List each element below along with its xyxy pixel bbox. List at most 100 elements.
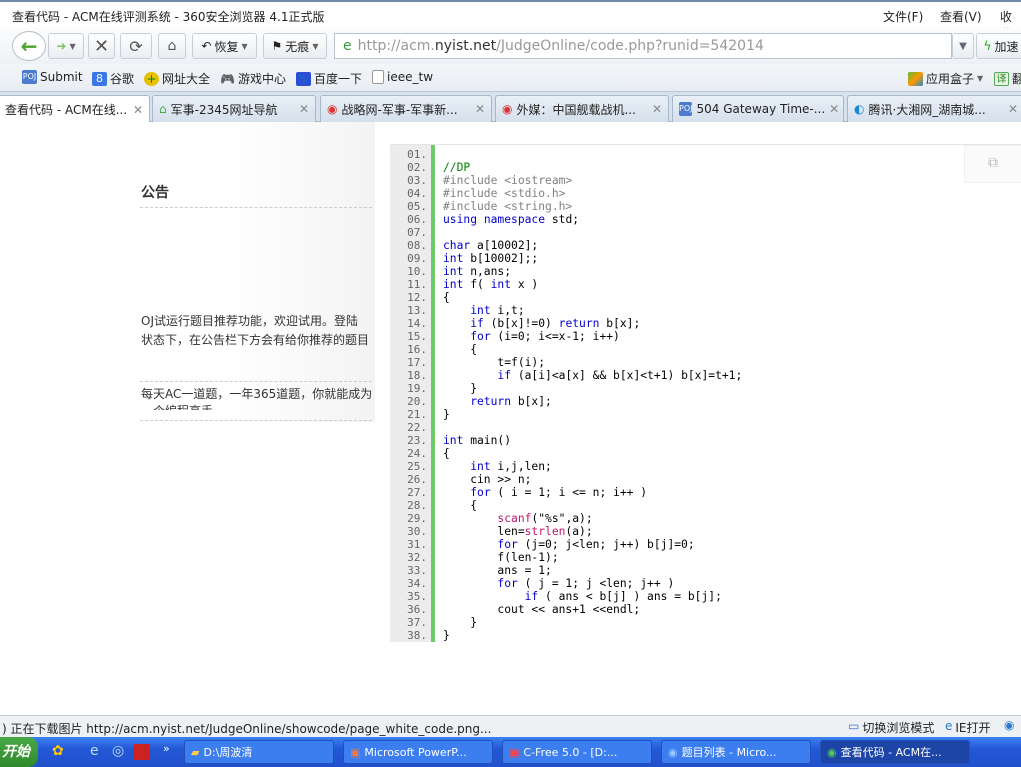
code-line[interactable]: #include <stdio.h> [443,187,565,200]
tencent-icon: ◐ [854,102,865,116]
notice-line[interactable]: OJ试运行题目推荐功能，欢迎试用。登陆 [141,312,358,329]
translate-button[interactable]: 译翻 [994,70,1021,87]
tab-tencent[interactable]: ◐ 腾讯·大湘网_湖南城... ✕ [847,95,1021,122]
refresh-button[interactable]: ⟳ [120,33,152,59]
close-tab-icon[interactable]: ✕ [652,102,662,116]
code-line[interactable]: using namespace std; [443,213,579,226]
bookmark-submit[interactable]: POJ Submit [22,70,83,84]
stop-button[interactable]: ✕ [88,33,115,59]
bookmark-url-directory[interactable]: + 网址大全 [144,70,210,87]
code-line[interactable]: f(len-1); [443,551,558,564]
back-button[interactable]: ← [12,31,46,61]
close-tab-icon[interactable]: ✕ [475,102,485,116]
code-line[interactable]: cin >> n; [443,473,531,486]
address-dropdown-button[interactable]: ▼ [952,33,974,59]
incognito-button[interactable]: ⚑ 无痕 ▼ [263,33,327,59]
code-line[interactable]: t=f(i); [443,356,545,369]
powerpoint-icon: ▣ [350,745,361,759]
bookmark-baidu[interactable]: 🐾 百度一下 [296,70,362,87]
code-line[interactable]: { [443,499,477,512]
code-line[interactable]: { [443,447,450,460]
code-line[interactable]: } [443,382,477,395]
app-icon[interactable] [134,744,150,760]
close-tab-icon[interactable]: ✕ [1008,102,1018,116]
code-line[interactable]: scanf("%s",a); [443,512,592,525]
code-line[interactable]: cout << ans+1 <<endl; [443,603,640,616]
code-line[interactable]: { [443,343,477,356]
arrow-right-icon: ➜ [56,39,67,53]
code-line[interactable]: int n,ans; [443,265,511,278]
line-number: 14. [407,317,427,330]
close-tab-icon[interactable]: ✕ [133,103,143,117]
line-number: 01. [407,148,427,161]
code-line[interactable]: } [443,408,450,421]
cfree-icon: ▣ [509,745,520,759]
shield-icon[interactable]: ◉ [1004,718,1014,732]
task-problem-list[interactable]: ◉ 题目列表 - Micro... [661,740,811,764]
close-tab-icon[interactable]: ✕ [299,102,309,116]
task-folder[interactable]: ▰ D:\周波清 [184,740,334,764]
code-line[interactable]: len=strlen(a); [443,525,592,538]
tab-foreign-media[interactable]: ◉ 外媒：中国舰载战机... ✕ [495,95,669,122]
quicklaunch-icon[interactable]: ✿ [52,743,64,759]
bookmark-google[interactable]: 8 谷歌 [92,70,134,87]
code-line[interactable]: if (a[i]<a[x] && b[x]<t+1) b[x]=t+1; [443,369,742,382]
expand-icon[interactable]: » [163,742,170,755]
code-line[interactable]: } [443,629,450,642]
poj-icon: POJ [679,102,693,116]
code-viewer[interactable]: 01. 02. //DP 03. #include <iostream> 04. #incl… [390,144,1021,642]
notice-line[interactable]: 每天AC一道题，一年365道题，你就能成为 [141,385,372,402]
browser-icon[interactable]: ◎ [112,743,124,759]
home-button[interactable]: ⌂ [158,33,186,59]
code-line[interactable]: int f( int x ) [443,278,538,291]
code-line[interactable]: for ( j = 1; j <len; j++ ) [443,577,674,590]
code-line[interactable]: if ( ans < b[j] ) ans = b[j]; [443,590,722,603]
code-line[interactable]: for (i=0; i<=x-1; i++) [443,330,620,343]
code-line[interactable]: #include <iostream> [443,174,572,187]
code-line[interactable]: return b[x]; [443,395,552,408]
bookmark-game-center[interactable]: 🎮 游戏中心 [220,70,286,87]
google-icon: 8 [92,71,107,86]
code-line[interactable]: #include <string.h> [443,200,572,213]
address-bar[interactable]: e http://acm.nyist.net/JudgeOnline/code.… [334,33,952,59]
restore-button[interactable]: ↶ 恢复 ▼ [192,33,257,59]
switch-mode-button[interactable]: ▭ 切换浏览模式 [848,719,934,736]
tab-504[interactable]: POJ 504 Gateway Time-... ✕ [672,95,844,122]
code-line[interactable]: for (j=0; j<len; j++) b[j]=0; [443,538,694,551]
start-button[interactable]: 开始 [0,737,38,767]
title-bar: 查看代码 - ACM在线评测系统 - 360安全浏览器 4.1正式版 文件(F)… [0,0,1021,41]
code-line[interactable]: int i,t; [443,304,524,317]
tab-view-code[interactable]: 查看代码 - ACM在线... ✕ [0,95,150,123]
bookmark-ieee-tw[interactable]: ieee_tw [372,70,433,84]
line-number: 34. [407,577,427,590]
ie-open-button[interactable]: e IE打开 [945,719,991,736]
task-view-code[interactable]: ◉ 查看代码 - ACM在... [820,740,970,764]
code-line[interactable]: } [443,616,477,629]
code-line[interactable]: ans = 1; [443,564,551,577]
code-line[interactable]: if (b[x]!=0) return b[x]; [443,317,640,330]
task-cfree[interactable]: ▣ C-Free 5.0 - [D:... [502,740,652,764]
code-line[interactable]: //DP [443,161,470,174]
menu-view[interactable]: 查看(V) [940,8,982,25]
code-line[interactable]: int b[10002];; [443,252,538,265]
code-line[interactable]: char a[10002]; [443,239,538,252]
code-line[interactable]: int i,j,len; [443,460,552,473]
tab-strategy[interactable]: ◉ 战略网-军事-军事新... ✕ [320,95,492,122]
code-line[interactable]: int main() [443,434,511,447]
notice-line[interactable]: 一个编程高手 [141,402,213,410]
copy-code-button[interactable]: ⧉ [964,145,1021,183]
menu-file[interactable]: 文件(F) [883,8,923,25]
ie-icon: ◉ [668,745,678,759]
close-tab-icon[interactable]: ✕ [829,102,839,116]
forward-button[interactable]: ➜ ▼ [48,33,84,59]
ie-icon[interactable]: e [90,743,99,759]
copy-icon: ⧉ [988,155,998,171]
app-box-button[interactable]: 应用盒子 ▼ [908,70,983,87]
close-icon: ✕ [93,35,110,57]
code-line[interactable]: { [443,291,450,304]
notice-line[interactable]: 状态下，在公告栏下方会有给你推荐的题目 [141,331,369,348]
task-powerpoint[interactable]: ▣ Microsoft PowerP... [343,740,493,764]
accelerate-button[interactable]: ϟ 加速 [976,33,1021,59]
code-line[interactable]: for ( i = 1; i <= n; i++ ) [443,486,647,499]
tab-2345[interactable]: ⌂ 军事-2345网址导航 ✕ [152,95,316,122]
